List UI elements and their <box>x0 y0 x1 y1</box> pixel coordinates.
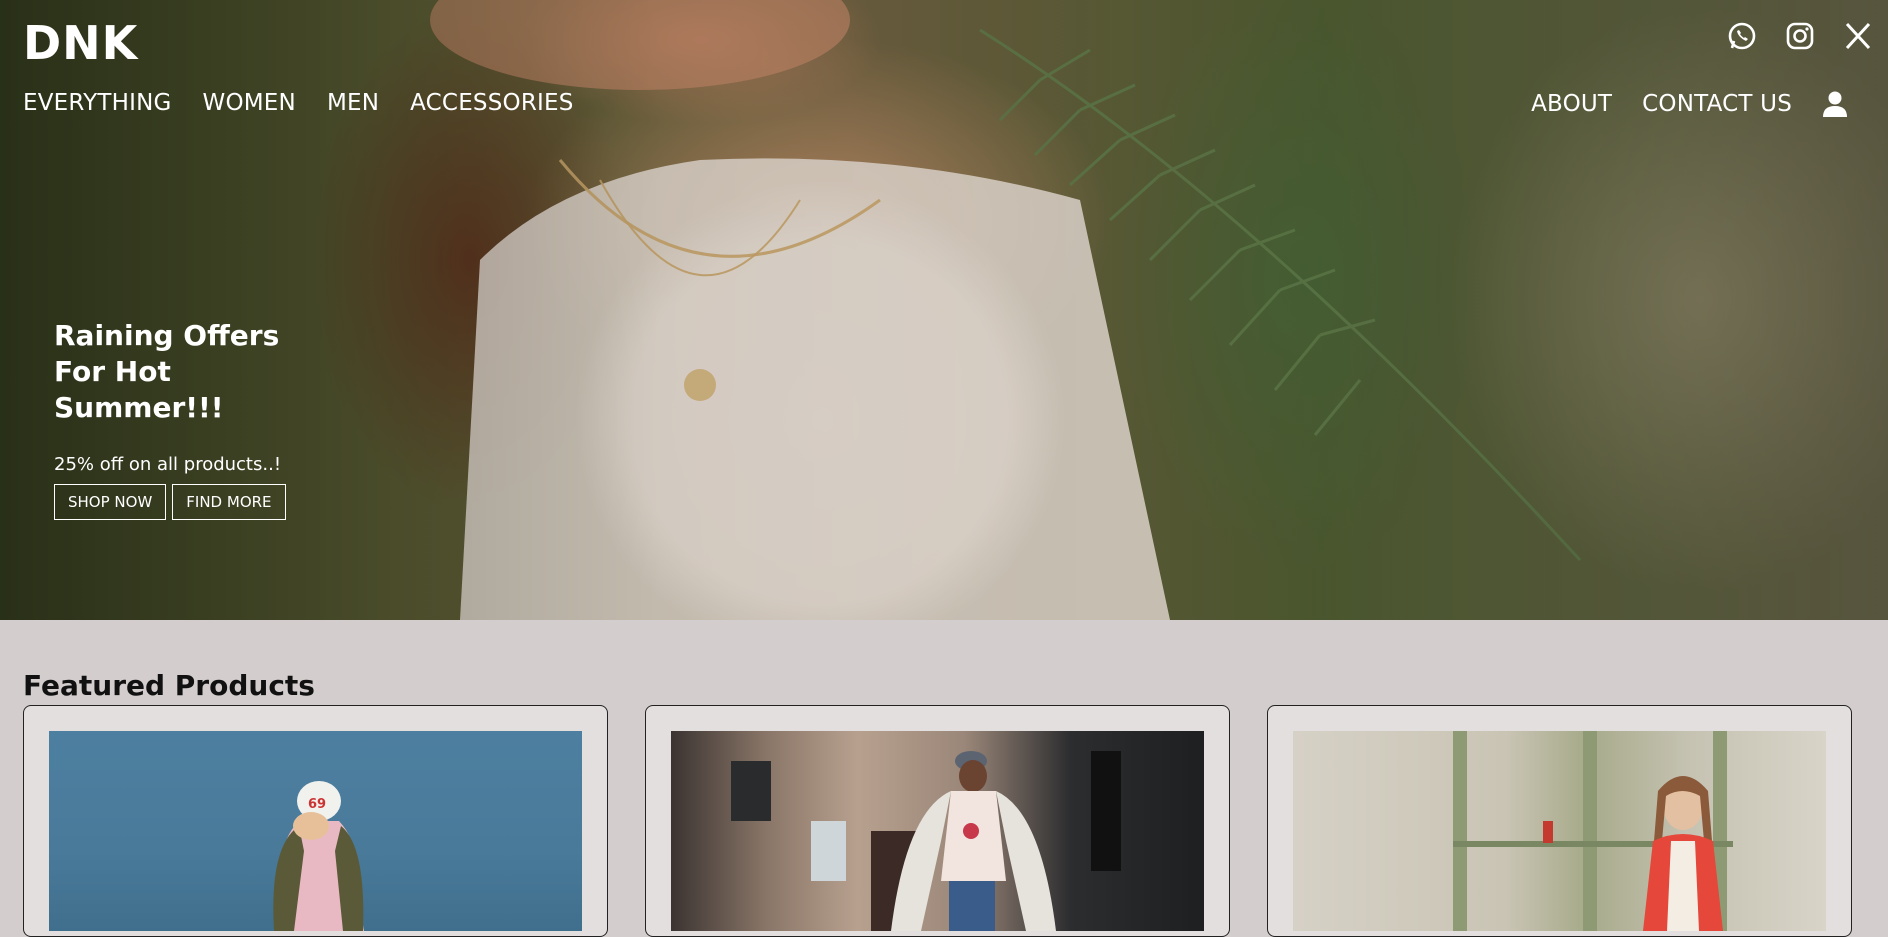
nav-everything[interactable]: EVERYTHING <box>23 90 172 116</box>
product-card[interactable]: 69 <box>23 705 608 937</box>
hero-banner: DNK EVERYTHING WOMEN MEN ACCESSORIES ABO… <box>0 0 1888 620</box>
product-card[interactable] <box>1267 705 1852 937</box>
nav-contact-us[interactable]: CONTACT US <box>1642 91 1792 117</box>
promo-subtext: 25% off on all products..! <box>54 454 282 475</box>
social-links <box>1726 20 1874 52</box>
featured-title: Featured Products <box>23 669 315 702</box>
product-image[interactable] <box>1293 731 1826 931</box>
nav-men[interactable]: MEN <box>327 90 379 116</box>
primary-nav: EVERYTHING WOMEN MEN ACCESSORIES <box>23 90 574 116</box>
nav-women[interactable]: WOMEN <box>203 90 296 116</box>
brand-logo[interactable]: DNK <box>23 16 138 70</box>
nav-accessories[interactable]: ACCESSORIES <box>410 90 573 116</box>
product-image[interactable]: 69 <box>49 731 582 931</box>
promo-block: Raining Offers For Hot Summer!!! 25% off… <box>54 318 294 520</box>
nav-about[interactable]: ABOUT <box>1531 91 1612 117</box>
user-icon[interactable] <box>1822 90 1848 118</box>
product-image[interactable] <box>671 731 1204 931</box>
svg-text:69: 69 <box>308 797 326 812</box>
whatsapp-icon[interactable] <box>1726 20 1758 52</box>
promo-heading: Raining Offers For Hot Summer!!! <box>54 319 280 424</box>
instagram-icon[interactable] <box>1784 20 1816 52</box>
shop-now-button[interactable]: SHOP NOW <box>54 484 167 520</box>
product-card[interactable] <box>645 705 1230 937</box>
x-icon[interactable] <box>1842 20 1874 52</box>
secondary-nav: ABOUT CONTACT US <box>1531 90 1848 118</box>
find-more-button[interactable]: FIND MORE <box>172 484 286 520</box>
